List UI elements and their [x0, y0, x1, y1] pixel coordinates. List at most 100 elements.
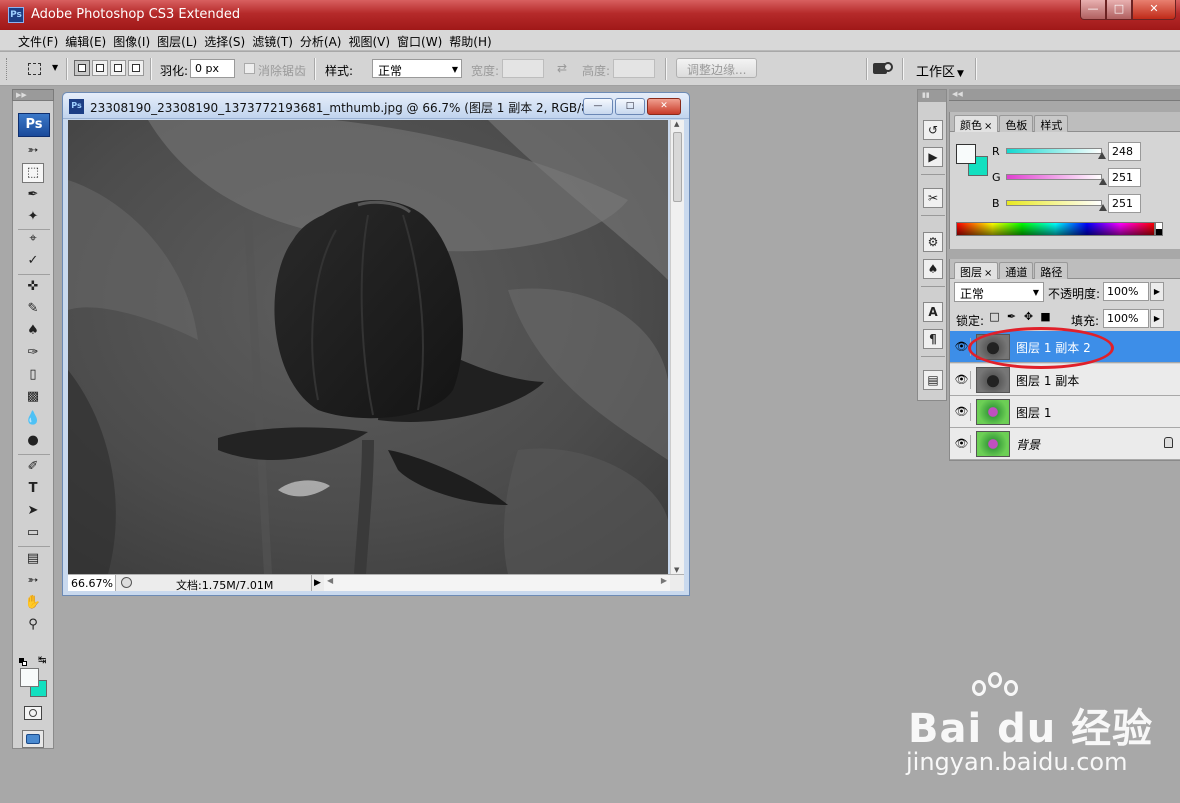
horizontal-scrollbar[interactable]: ◀ ▶	[324, 575, 670, 591]
green-slider[interactable]	[1006, 174, 1102, 180]
quick-mask-icon[interactable]	[24, 706, 42, 720]
tab-channels[interactable]: 通道	[999, 262, 1034, 279]
scroll-left-icon[interactable]: ◀	[327, 576, 333, 585]
menu-image[interactable]: 图像(I)	[111, 30, 155, 50]
foreground-color-swatch[interactable]	[20, 668, 39, 687]
ps-logo[interactable]: Ps	[18, 113, 50, 137]
swap-dimensions-icon[interactable]: ⇄	[557, 61, 567, 75]
doc-close-button[interactable]: ✕	[647, 98, 681, 115]
scroll-thumb[interactable]	[673, 132, 682, 202]
rectangular-marquee-tool-icon[interactable]: ⬚	[22, 163, 44, 183]
visibility-eye-icon[interactable]: 👁	[953, 371, 971, 389]
slice-tool-icon[interactable]: ✓	[22, 251, 44, 271]
tab-paths[interactable]: 路径	[1034, 262, 1069, 279]
paragraph-panel-icon[interactable]: ¶	[923, 329, 943, 349]
lasso-tool-icon[interactable]: ✒	[22, 185, 44, 205]
color-spectrum-ramp[interactable]	[956, 222, 1155, 236]
status-icon[interactable]	[121, 577, 132, 588]
notes-tool-icon[interactable]: ▤	[22, 549, 44, 569]
doc-maximize-button[interactable]: □	[615, 98, 645, 115]
width-input[interactable]	[502, 59, 544, 78]
blend-mode-select[interactable]: 正常 ▼	[954, 282, 1044, 302]
layer-name[interactable]: 图层 1 副本	[1016, 372, 1079, 389]
tab-layers[interactable]: 图层 ×	[954, 262, 999, 279]
clone-stamp-tool-icon[interactable]: ♠	[22, 321, 44, 341]
shape-tool-icon[interactable]: ▭	[22, 523, 44, 543]
crop-tool-icon[interactable]: ⌖	[22, 229, 44, 249]
tab-swatches[interactable]: 色板	[999, 115, 1034, 132]
type-tool-icon[interactable]: T	[22, 479, 44, 499]
lock-all-icon[interactable]: ■	[1039, 310, 1052, 323]
minimize-button[interactable]: —	[1080, 0, 1106, 20]
layer-row[interactable]: 👁 背景	[950, 428, 1180, 460]
scroll-up-icon[interactable]: ▲	[674, 120, 679, 128]
red-slider-handle[interactable]	[1098, 152, 1106, 159]
menu-analysis[interactable]: 分析(A)	[298, 30, 347, 50]
style-select[interactable]: 正常 ▼	[372, 59, 462, 78]
blue-slider-handle[interactable]	[1099, 204, 1107, 211]
menu-select[interactable]: 选择(S)	[202, 30, 250, 50]
fill-arrow-icon[interactable]: ▶	[1150, 309, 1164, 328]
visibility-eye-icon[interactable]: 👁	[953, 403, 971, 421]
antialias-checkbox[interactable]	[244, 63, 255, 74]
scroll-right-icon[interactable]: ▶	[661, 576, 667, 585]
add-to-selection-button[interactable]	[92, 60, 108, 76]
healing-brush-tool-icon[interactable]: ✜	[22, 277, 44, 297]
opacity-field[interactable]: 100%	[1103, 282, 1149, 301]
intersect-selection-button[interactable]	[128, 60, 144, 76]
doc-minimize-button[interactable]: —	[583, 98, 613, 115]
refine-edge-button[interactable]: 调整边缘...	[676, 58, 758, 78]
menu-file[interactable]: 文件(F)	[16, 30, 63, 50]
eraser-tool-icon[interactable]: ▯	[22, 365, 44, 385]
blue-value-field[interactable]: 251	[1108, 194, 1141, 213]
history-brush-tool-icon[interactable]: ✑	[22, 343, 44, 363]
status-menu-arrow[interactable]: ▶	[311, 575, 323, 591]
bridge-icon[interactable]	[873, 60, 895, 78]
height-input[interactable]	[613, 59, 655, 78]
tool-preset-picker[interactable]: ▼	[22, 60, 62, 78]
magic-wand-tool-icon[interactable]: ✦	[22, 207, 44, 227]
black-white-ramp[interactable]	[1155, 222, 1163, 236]
options-grip[interactable]	[6, 58, 10, 80]
pen-tool-icon[interactable]: ✐	[22, 457, 44, 477]
move-tool-icon[interactable]: ➳	[22, 141, 44, 161]
path-selection-tool-icon[interactable]: ➤	[22, 501, 44, 521]
toolbox-header[interactable]: ▶▶	[12, 89, 54, 101]
new-selection-button[interactable]	[74, 60, 90, 76]
green-value-field[interactable]: 251	[1108, 168, 1141, 187]
screen-mode-icon[interactable]	[22, 730, 44, 748]
red-value-field[interactable]: 248	[1108, 142, 1141, 161]
brushes-panel-icon[interactable]: ⚙	[923, 232, 943, 252]
red-slider[interactable]	[1006, 148, 1102, 154]
swap-colors-icon[interactable]: ↹	[38, 655, 46, 666]
tool-presets-icon[interactable]: ✂	[923, 188, 943, 208]
clone-source-icon[interactable]: ♠	[923, 259, 943, 279]
actions-panel-icon[interactable]: ▶	[923, 147, 943, 167]
blue-slider[interactable]	[1006, 200, 1102, 206]
close-icon[interactable]: ×	[984, 121, 992, 132]
menu-edit[interactable]: 编辑(E)	[63, 30, 111, 50]
brush-tool-icon[interactable]: ✎	[22, 299, 44, 319]
character-panel-icon[interactable]: A	[923, 302, 943, 322]
eyedropper-tool-icon[interactable]: ➳	[22, 571, 44, 591]
scroll-down-icon[interactable]: ▼	[674, 566, 679, 574]
history-panel-icon[interactable]: ↺	[923, 120, 943, 140]
hand-tool-icon[interactable]: ✋	[22, 593, 44, 613]
opacity-arrow-icon[interactable]: ▶	[1150, 282, 1164, 301]
zoom-tool-icon[interactable]: ⚲	[22, 615, 44, 635]
gradient-tool-icon[interactable]: ▩	[22, 387, 44, 407]
layer-name[interactable]: 图层 1	[1016, 404, 1051, 421]
lock-position-icon[interactable]: ✥	[1022, 310, 1035, 323]
close-button[interactable]: ✕	[1132, 0, 1176, 20]
fill-field[interactable]: 100%	[1103, 309, 1149, 328]
blur-tool-icon[interactable]: 💧	[22, 409, 44, 429]
tab-color[interactable]: 颜色 ×	[954, 115, 999, 132]
panels-header[interactable]: ◀◀	[949, 89, 1180, 101]
subtract-from-selection-button[interactable]	[110, 60, 126, 76]
workspace-button[interactable]: 工作区 ▼	[908, 59, 972, 82]
image-canvas[interactable]	[68, 120, 668, 574]
layer-row[interactable]: 👁 图层 1 副本	[950, 364, 1180, 396]
menu-view[interactable]: 视图(V)	[346, 30, 395, 50]
lock-transparency-icon[interactable]: □	[988, 310, 1001, 323]
dock-header[interactable]: ▮▮	[918, 90, 946, 102]
